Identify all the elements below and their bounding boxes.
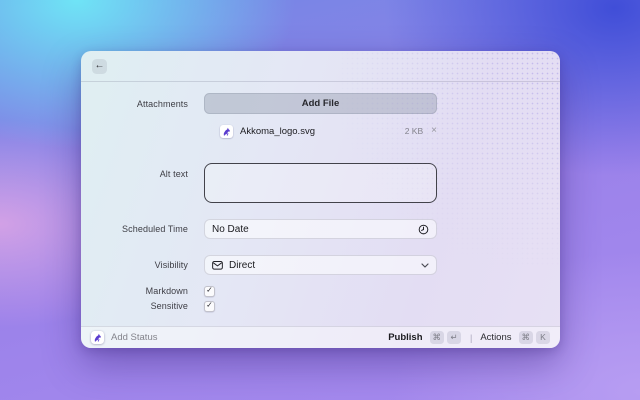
return-key-badge: ↵	[447, 331, 461, 344]
alt-text-label: Alt text	[159, 169, 188, 179]
file-name: Akkoma_logo.svg	[240, 125, 315, 137]
publish-button[interactable]: Publish	[388, 332, 422, 343]
remove-file-icon[interactable]: ×	[431, 126, 437, 136]
attachments-row: Attachments Add File	[81, 93, 560, 114]
alt-text-row: Alt text	[81, 163, 560, 203]
clock-icon[interactable]	[418, 224, 429, 235]
visibility-row: Visibility Direct	[81, 255, 560, 275]
envelope-icon	[212, 260, 223, 270]
add-file-button[interactable]: Add File	[204, 93, 437, 114]
footer-separator: |	[470, 332, 473, 343]
k-key-badge: K	[536, 331, 550, 344]
markdown-label: Markdown	[145, 286, 188, 296]
footer-actions: Publish ⌘ ↵ | Actions ⌘ K	[388, 331, 550, 344]
sensitive-row: Sensitive ✓	[81, 300, 560, 312]
app-logo	[91, 331, 104, 344]
checkmark-icon: ✓	[206, 300, 213, 310]
actions-button[interactable]: Actions	[480, 332, 511, 343]
scheduled-time-field[interactable]: No Date	[204, 219, 437, 239]
back-button[interactable]: ←	[92, 58, 107, 74]
chevron-down-icon	[421, 262, 429, 268]
attachment-item-row: Akkoma_logo.svg 2 KB ×	[81, 122, 560, 140]
markdown-checkbox[interactable]: ✓	[204, 285, 215, 297]
scheduled-time-value: No Date	[212, 223, 249, 235]
akkoma-logo-icon	[223, 127, 230, 136]
command-key-badge: ⌘	[429, 331, 444, 344]
window-titlebar: ←	[81, 51, 560, 82]
compose-form: Attachments Add File Akkoma_logo.svg 2 K…	[81, 82, 560, 312]
file-thumbnail	[220, 124, 233, 138]
akkoma-logo-icon	[94, 333, 101, 342]
add-status-window: ← Attachments Add File Akkoma_logo.svg 2…	[81, 51, 560, 348]
visibility-dropdown[interactable]: Direct	[204, 255, 437, 275]
sensitive-label: Sensitive	[150, 301, 188, 311]
command-key-badge: ⌘	[518, 331, 533, 344]
footer-app-info: Add Status	[91, 331, 157, 344]
visibility-label: Visibility	[154, 260, 188, 270]
attachments-label: Attachments	[136, 98, 188, 109]
scheduled-time-row: Scheduled Time No Date	[81, 219, 560, 239]
file-size: 2 KB	[404, 126, 424, 136]
attachment-item: Akkoma_logo.svg 2 KB ×	[204, 124, 437, 138]
sensitive-checkbox[interactable]: ✓	[204, 300, 215, 312]
visibility-value: Direct	[229, 259, 256, 271]
markdown-row: Markdown ✓	[81, 285, 560, 297]
window-footer: Add Status Publish ⌘ ↵ | Actions ⌘ K	[81, 326, 560, 348]
back-arrow-icon: ←	[94, 60, 105, 71]
scheduled-time-label: Scheduled Time	[122, 224, 188, 234]
alt-text-input[interactable]	[204, 163, 437, 203]
window-title: Add Status	[111, 332, 158, 343]
desktop-background: ← Attachments Add File Akkoma_logo.svg 2…	[0, 0, 640, 400]
checkmark-icon: ✓	[206, 285, 213, 295]
